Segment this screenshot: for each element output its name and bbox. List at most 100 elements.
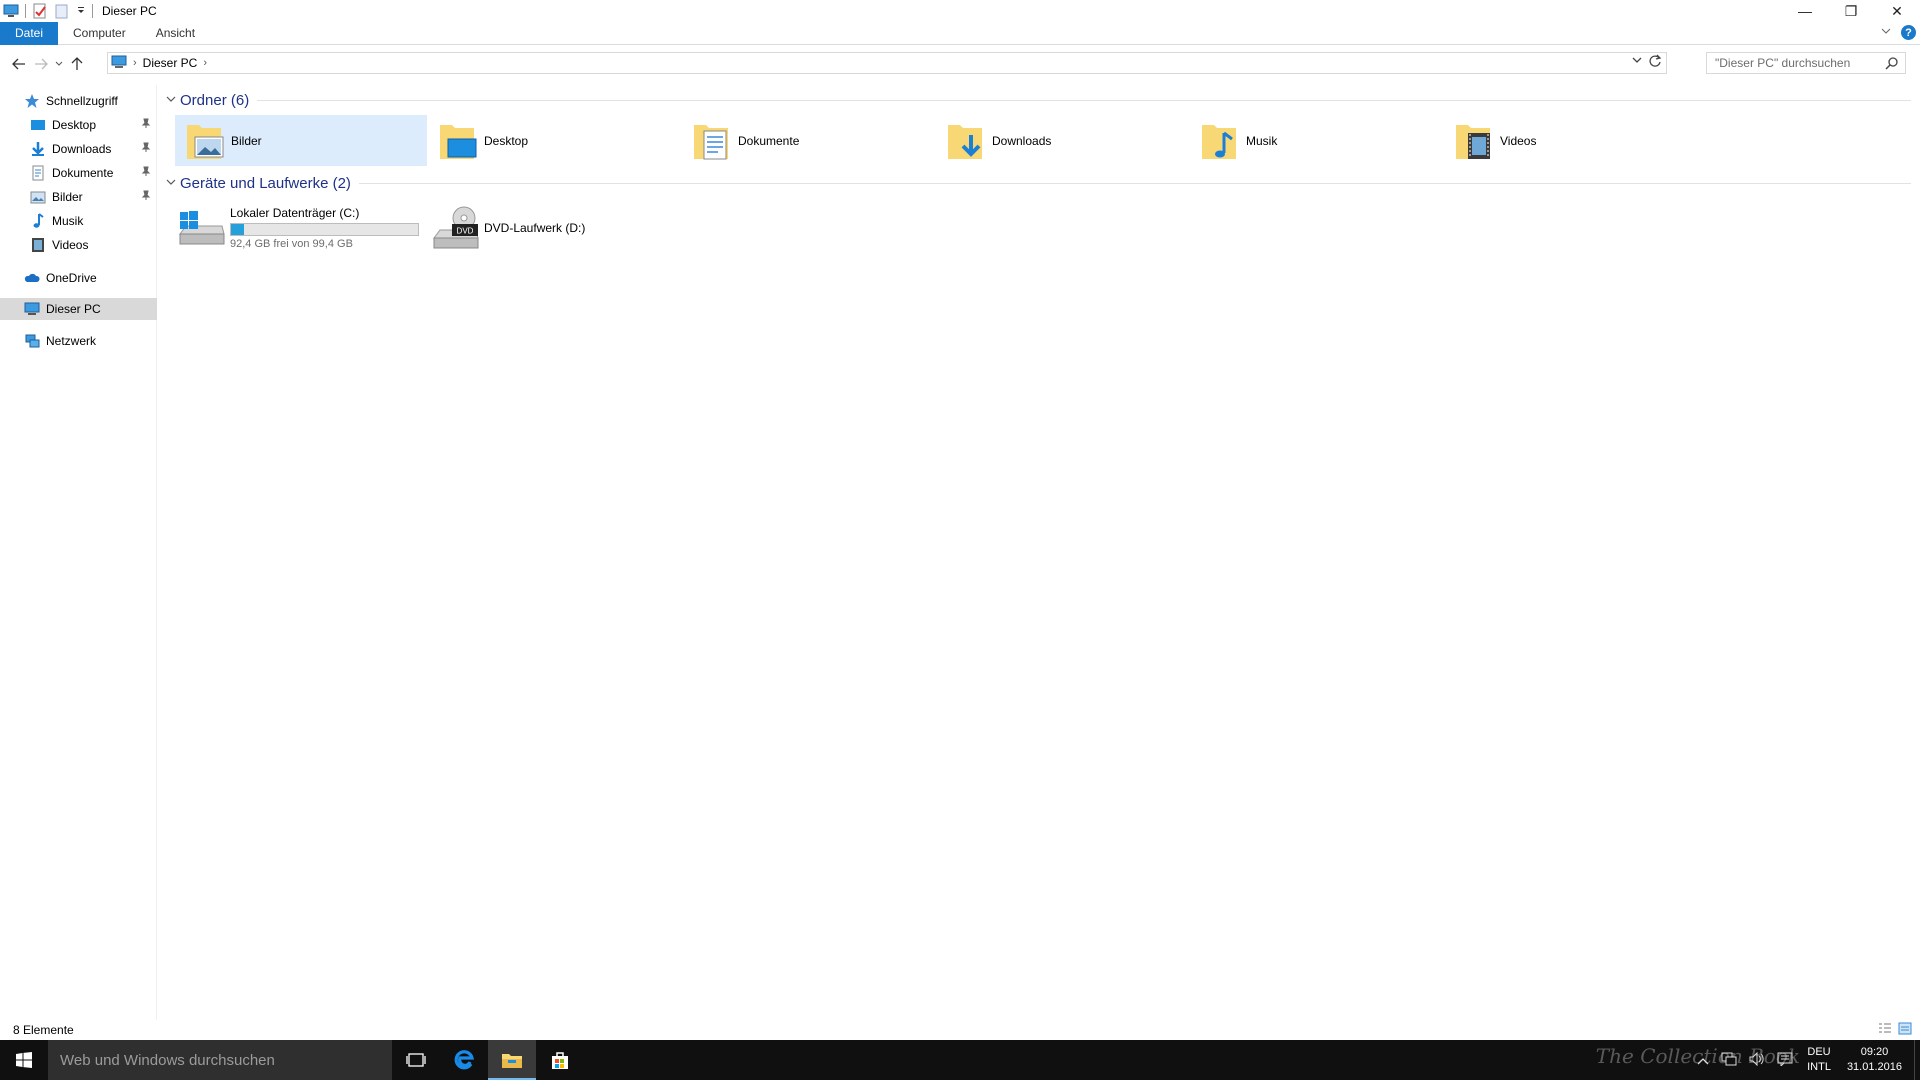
chevron-down-icon[interactable] bbox=[166, 177, 176, 189]
music-icon bbox=[30, 213, 46, 229]
this-pc-icon[interactable] bbox=[3, 3, 19, 19]
drive-tile-d[interactable]: DVD DVD-Laufwerk (D:) bbox=[432, 201, 585, 255]
minimize-button[interactable]: — bbox=[1782, 0, 1828, 22]
task-view-button[interactable] bbox=[392, 1040, 440, 1080]
nav-item-onedrive[interactable]: OneDrive bbox=[0, 267, 157, 289]
windows-logo-icon bbox=[16, 1052, 32, 1068]
close-button[interactable]: ✕ bbox=[1874, 0, 1920, 22]
group-title: Ordner (6) bbox=[180, 91, 250, 109]
nav-item-label: Musik bbox=[52, 214, 84, 228]
nav-item-desktop[interactable]: Desktop bbox=[0, 114, 157, 136]
show-hidden-icons-icon[interactable] bbox=[1697, 1053, 1709, 1068]
drive-details: DVD-Laufwerk (D:) bbox=[484, 221, 585, 235]
toolbar-separator bbox=[25, 4, 26, 18]
title-bar: Dieser PC — ❐ ✕ bbox=[0, 0, 1920, 22]
nav-item-label: Bilder bbox=[52, 190, 83, 204]
pin-icon[interactable] bbox=[141, 166, 151, 179]
clock-date: 31.01.2016 bbox=[1846, 1061, 1902, 1073]
breadcrumb-this-pc[interactable]: Dieser PC bbox=[143, 56, 198, 70]
refresh-icon[interactable] bbox=[1648, 54, 1662, 71]
drive-usage-fill bbox=[231, 224, 245, 235]
up-arrow-icon bbox=[71, 56, 83, 70]
nav-item-documents[interactable]: Dokumente bbox=[0, 162, 157, 184]
item-count: 8 Elemente bbox=[13, 1022, 74, 1037]
nav-item-quick-access[interactable]: Schnellzugriff bbox=[0, 90, 157, 112]
help-icon[interactable]: ? bbox=[1901, 25, 1916, 40]
clock-time: 09:20 bbox=[1860, 1046, 1889, 1058]
nav-item-videos[interactable]: Videos bbox=[0, 234, 157, 256]
pictures-folder-icon bbox=[185, 119, 225, 163]
nav-item-label: Netzwerk bbox=[46, 334, 97, 348]
expand-ribbon-icon[interactable] bbox=[1881, 27, 1891, 38]
restore-button[interactable]: ❐ bbox=[1828, 0, 1874, 22]
show-desktop-button[interactable] bbox=[1914, 1040, 1920, 1080]
folder-tile-downloads[interactable]: Downloads bbox=[936, 115, 1188, 166]
folder-tile-documents[interactable]: Dokumente bbox=[682, 115, 934, 166]
store-button[interactable] bbox=[536, 1040, 584, 1080]
up-button[interactable] bbox=[66, 53, 88, 75]
folder-label: Bilder bbox=[231, 133, 262, 148]
search-icon[interactable] bbox=[1885, 56, 1899, 73]
input-language[interactable]: DEU INTL bbox=[1807, 1045, 1831, 1075]
downloads-icon bbox=[30, 141, 46, 157]
recent-locations-button[interactable] bbox=[52, 53, 66, 75]
nav-item-label: Desktop bbox=[52, 118, 97, 132]
chevron-down-icon[interactable] bbox=[166, 94, 176, 106]
nav-item-downloads[interactable]: Downloads bbox=[0, 138, 157, 160]
tab-datei[interactable]: Datei bbox=[0, 21, 59, 45]
nav-item-music[interactable]: Musik bbox=[0, 210, 157, 232]
system-tray: DEU INTL 09:20 31.01.2016 bbox=[1691, 1040, 1920, 1080]
pin-icon[interactable] bbox=[141, 142, 151, 155]
action-center-icon[interactable] bbox=[1777, 1052, 1793, 1069]
cloud-icon bbox=[24, 270, 40, 286]
pictures-icon bbox=[30, 189, 46, 205]
folder-tile-desktop[interactable]: Desktop bbox=[428, 115, 680, 166]
search-input[interactable]: "Dieser PC" durchsuchen bbox=[1706, 52, 1906, 74]
pin-icon[interactable] bbox=[141, 190, 151, 203]
customize-toolbar-icon[interactable] bbox=[76, 3, 86, 19]
start-button[interactable] bbox=[0, 1040, 48, 1080]
language-code: DEU bbox=[1807, 1046, 1831, 1058]
edge-browser-button[interactable] bbox=[440, 1040, 488, 1080]
taskbar-search-input[interactable]: Web und Windows durchsuchen bbox=[48, 1040, 392, 1080]
folder-tile-pictures[interactable]: Bilder bbox=[175, 115, 427, 166]
folder-label: Downloads bbox=[992, 133, 1052, 148]
new-folder-icon[interactable] bbox=[54, 3, 70, 19]
folder-tile-videos[interactable]: Videos bbox=[1444, 115, 1696, 166]
window-title: Dieser PC bbox=[102, 4, 157, 18]
back-arrow-icon bbox=[12, 58, 25, 69]
keyboard-layout: INTL bbox=[1807, 1061, 1831, 1073]
nav-item-label: Dieser PC bbox=[46, 302, 101, 316]
drives-group-header[interactable]: Geräte und Laufwerke (2) bbox=[166, 173, 1911, 193]
address-row: › Dieser PC › "Dieser PC" durchsuchen bbox=[0, 50, 1920, 77]
folders-group-header[interactable]: Ordner (6) bbox=[166, 90, 1911, 110]
nav-item-network[interactable]: Netzwerk bbox=[0, 330, 157, 352]
chevron-down-icon bbox=[55, 61, 63, 66]
file-explorer-button[interactable] bbox=[488, 1040, 536, 1080]
details-view-icon[interactable] bbox=[1878, 1022, 1892, 1035]
taskbar-search-placeholder: Web und Windows durchsuchen bbox=[60, 1051, 275, 1069]
breadcrumb-separator-icon[interactable]: › bbox=[133, 57, 137, 69]
drive-free-space: 92,4 GB frei von 99,4 GB bbox=[230, 238, 353, 250]
address-history-dropdown[interactable] bbox=[1632, 55, 1642, 67]
breadcrumb-separator-icon[interactable]: › bbox=[203, 57, 207, 69]
this-pc-icon bbox=[111, 55, 127, 72]
pin-icon[interactable] bbox=[141, 118, 151, 131]
drive-tile-c[interactable]: Lokaler Datenträger (C:) 92,4 GB frei vo… bbox=[178, 201, 419, 255]
tab-ansicht[interactable]: Ansicht bbox=[141, 22, 210, 45]
properties-icon[interactable] bbox=[32, 3, 48, 19]
volume-icon[interactable] bbox=[1749, 1051, 1765, 1069]
address-bar[interactable]: › Dieser PC › bbox=[107, 52, 1667, 74]
folder-tile-music[interactable]: Musik bbox=[1190, 115, 1442, 166]
taskbar: Web und Windows durchsuchen The Collecti… bbox=[0, 1040, 1920, 1080]
nav-item-pictures[interactable]: Bilder bbox=[0, 186, 157, 208]
forward-button[interactable] bbox=[30, 53, 52, 75]
desktop-folder-icon bbox=[438, 119, 478, 163]
network-tray-icon[interactable] bbox=[1721, 1052, 1737, 1069]
nav-item-this-pc[interactable]: Dieser PC bbox=[0, 298, 157, 320]
tab-computer[interactable]: Computer bbox=[58, 22, 141, 45]
large-icons-view-icon[interactable] bbox=[1898, 1022, 1912, 1035]
clock[interactable]: 09:20 31.01.2016 bbox=[1847, 1045, 1902, 1075]
folder-label: Videos bbox=[1500, 133, 1537, 148]
back-button[interactable] bbox=[8, 53, 30, 75]
